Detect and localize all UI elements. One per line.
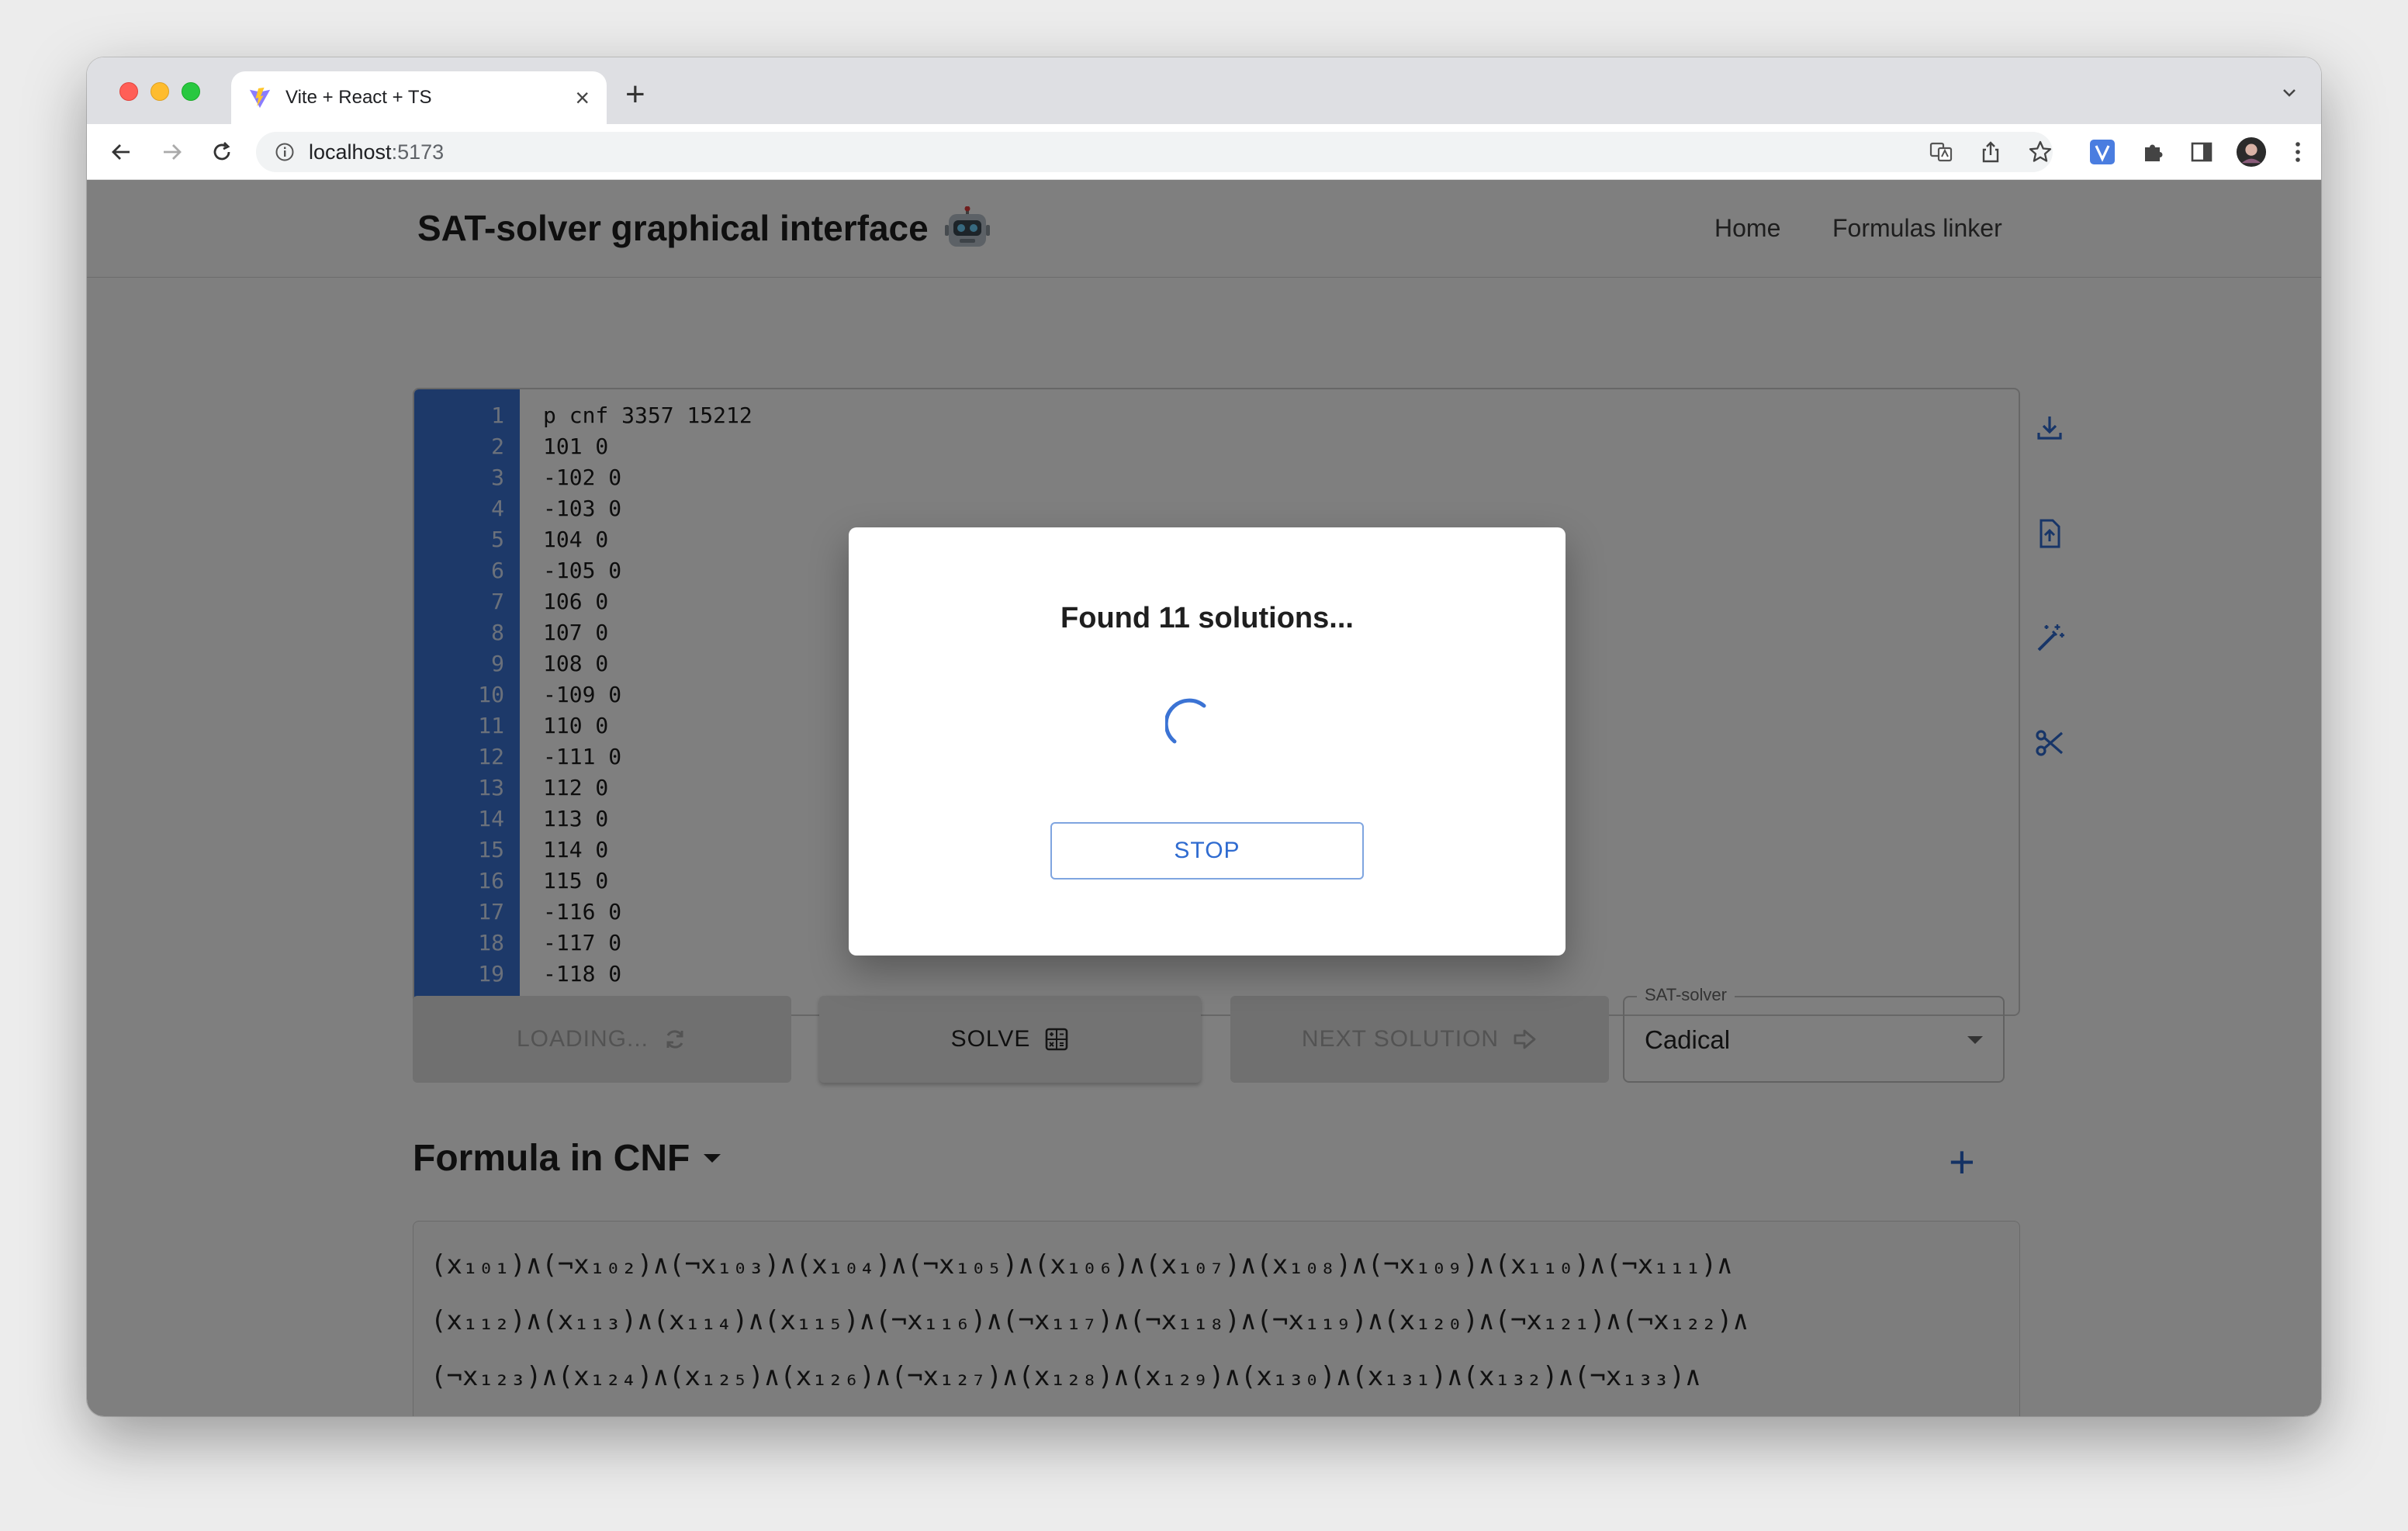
close-window-button[interactable] [119, 82, 138, 101]
tab-search-chevron-icon[interactable] [2281, 84, 2298, 101]
browser-toolbar: localhost:5173 [87, 124, 2321, 180]
minimize-window-button[interactable] [150, 82, 169, 101]
profile-avatar[interactable] [2236, 137, 2267, 168]
stop-button[interactable]: STOP [1050, 822, 1364, 880]
browser-tab[interactable]: Vite + React + TS × [231, 71, 607, 124]
bookmark-star-icon[interactable] [2025, 137, 2056, 168]
close-tab-icon[interactable]: × [575, 85, 590, 110]
new-tab-icon[interactable]: + [625, 78, 645, 112]
browser-window: Vite + React + TS × + localhost:5173 Fou… [87, 57, 2321, 1416]
browser-menu-icon[interactable] [2282, 137, 2313, 168]
forward-icon[interactable] [157, 137, 188, 168]
url-text: localhost:5173 [309, 140, 445, 164]
vite-logo-icon [249, 87, 271, 109]
reload-icon[interactable] [206, 137, 237, 168]
page-content: SAT-solver graphical interface Home Form… [87, 180, 2321, 1416]
maximize-window-button[interactable] [182, 82, 200, 101]
tab-title: Vite + React + TS [285, 87, 432, 108]
address-bar[interactable]: localhost:5173 [256, 132, 2053, 172]
extensions-puzzle-icon[interactable] [2138, 137, 2169, 168]
side-panel-icon[interactable] [2186, 137, 2217, 168]
extension-v-icon[interactable] [2087, 137, 2118, 168]
tab-strip: Vite + React + TS × + [87, 57, 2321, 124]
dialog-title: Found 11 solutions... [1060, 602, 1354, 634]
translate-icon[interactable] [1925, 137, 1956, 168]
site-info-icon[interactable] [275, 142, 295, 162]
loading-spinner-icon [1165, 698, 1206, 744]
back-icon[interactable] [106, 137, 137, 168]
solving-dialog: Found 11 solutions... STOP [849, 527, 1566, 956]
share-icon[interactable] [1975, 137, 2006, 168]
